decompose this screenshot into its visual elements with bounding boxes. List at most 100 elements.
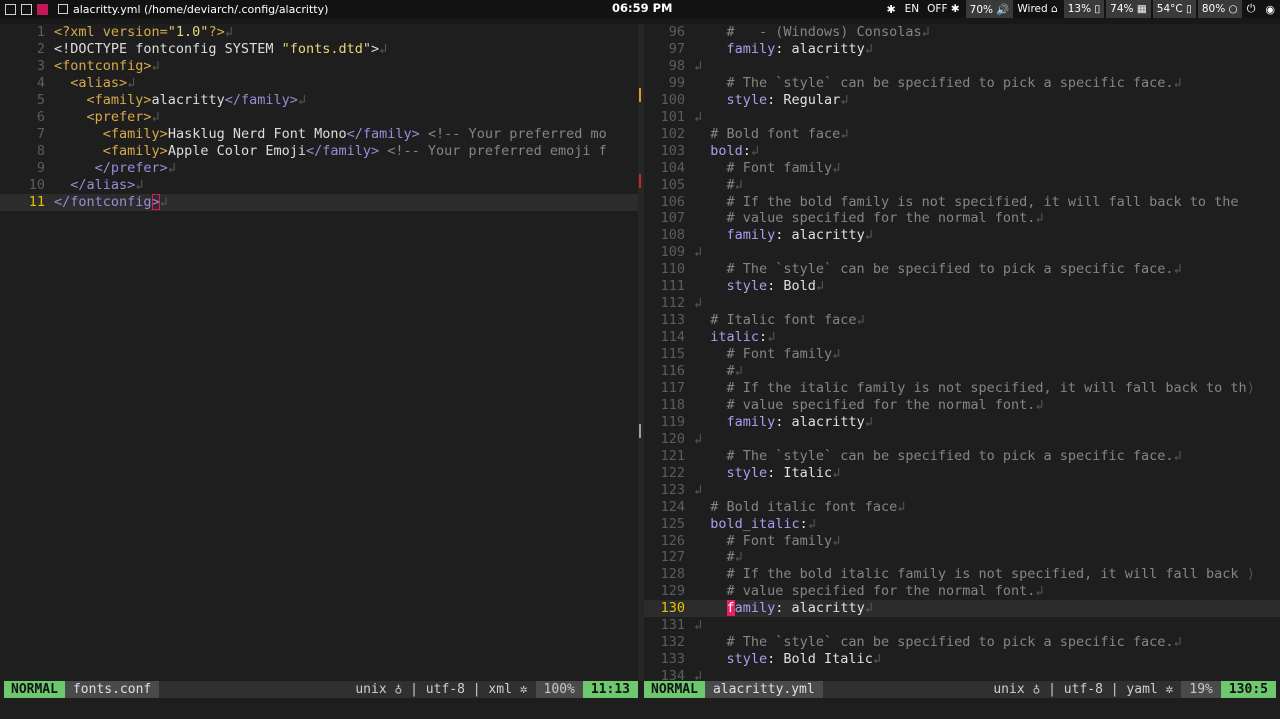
editor-pane-left[interactable]: 1 <?xml version="1.0"?>↲ 2 <!DOCTYPE fontco…	[0, 24, 638, 681]
code-line[interactable]: 122 style: Italic↲	[644, 465, 1280, 482]
line-text: ↲	[694, 617, 703, 634]
line-number: 109	[660, 244, 685, 261]
code-line[interactable]: 128 # If the bold italic family is not s…	[644, 566, 1280, 583]
file-name: alacritty.yml	[704, 681, 823, 698]
line-number: 111	[660, 278, 685, 295]
code-line[interactable]: 114 italic:↲	[644, 329, 1280, 346]
code-line[interactable]: 107 # value specified for the normal fon…	[644, 210, 1280, 227]
tray-volume[interactable]: 70% 🔊	[965, 0, 1014, 18]
tray-temperature[interactable]: 54°C ▯	[1152, 0, 1196, 18]
code-line[interactable]: 100 style: Regular↲	[644, 92, 1280, 109]
code-line[interactable]: 115 # Font family↲	[644, 346, 1280, 363]
line-text: </alias>↲	[70, 176, 144, 193]
code-line[interactable]: 3 <fontconfig>↲	[0, 58, 638, 75]
code-line[interactable]: 97 family: alacritty↲	[644, 41, 1280, 58]
code-line[interactable]: 118 # value specified for the normal fon…	[644, 397, 1280, 414]
line-number: 124	[660, 498, 685, 515]
mode-indicator: NORMAL	[4, 681, 65, 698]
code-line[interactable]: 129 # value specified for the normal fon…	[644, 583, 1280, 600]
tray-keyboard-layout[interactable]: EN	[901, 0, 924, 18]
code-line[interactable]: 96 # - (Windows) Consolas↲	[644, 24, 1280, 41]
code-line[interactable]: 130 family: alacritty↲	[644, 600, 1280, 618]
code-line[interactable]: 10 </alias>↲	[0, 177, 638, 194]
statusline-right: NORMAL alacritty.yml unix ♁ | utf-8 | ya…	[644, 681, 1276, 698]
code-line[interactable]: 134 ↲	[644, 668, 1280, 681]
code-line[interactable]: 8 <family>Apple Color Emoji</family> <!-…	[0, 143, 638, 160]
code-line[interactable]: 103 bold:↲	[644, 143, 1280, 160]
code-line[interactable]: 132 # The `style` can be specified to pi…	[644, 634, 1280, 651]
line-text: # If the bold family is not specified, i…	[726, 193, 1239, 210]
line-number: 107	[660, 210, 685, 227]
tray-network-wireless[interactable]: ✱	[881, 0, 900, 18]
code-line[interactable]: 9 </prefer>↲	[0, 160, 638, 177]
line-text: ↲	[694, 430, 703, 447]
code-line[interactable]: 1 <?xml version="1.0"?>↲	[0, 24, 638, 41]
code-line[interactable]: 125 bold_italic:↲	[644, 516, 1280, 533]
code-line[interactable]: 99 # The `style` can be specified to pic…	[644, 75, 1280, 92]
tray-memory[interactable]: 74% ▦	[1106, 0, 1151, 18]
tray-battery[interactable]: 13% ▯	[1063, 0, 1105, 18]
code-line[interactable]: 2 <!DOCTYPE fontconfig SYSTEM "fonts.dtd"…	[0, 41, 638, 58]
workspace-3-button[interactable]	[37, 3, 48, 15]
line-number: 7	[36, 125, 45, 142]
code-line[interactable]: 108 family: alacritty↲	[644, 227, 1280, 244]
tray-discord[interactable]: ◉	[1260, 0, 1280, 18]
code-line[interactable]: 120 ↲	[644, 431, 1280, 448]
code-line[interactable]: 131 ↲	[644, 617, 1280, 634]
code-line[interactable]: 113 # Italic font face↲	[644, 312, 1280, 329]
code-line[interactable]: 127 #↲	[644, 549, 1280, 566]
line-text: <prefer>↲	[86, 108, 160, 125]
code-line[interactable]: 5 <family>alacritty</family>↲	[0, 92, 638, 109]
line-number: 123	[660, 481, 685, 498]
workspace-1-button[interactable]	[5, 3, 16, 15]
clock[interactable]: 06:59 PM	[612, 1, 672, 15]
tray-power[interactable]: ⏻	[1242, 0, 1261, 18]
line-text: ↲	[694, 481, 703, 498]
code-line[interactable]: 106 # If the bold family is not specifie…	[644, 194, 1280, 211]
code-line[interactable]: 109 ↲	[644, 244, 1280, 261]
code-line[interactable]: 7 <family>Hasklug Nerd Font Mono</family…	[0, 126, 638, 143]
editor-pane-right[interactable]: 96 # - (Windows) Consolas↲ 97 family: ala…	[644, 24, 1280, 681]
statusline-left: NORMAL fonts.conf unix ♁ | utf-8 | xml ✲…	[4, 681, 638, 698]
line-number: 119	[660, 413, 685, 430]
file-name: fonts.conf	[64, 681, 160, 698]
code-line[interactable]: 133 style: Bold Italic↲	[644, 651, 1280, 668]
line-text: style: Bold Italic↲	[726, 651, 881, 668]
code-line[interactable]: 104 # Font family↲	[644, 160, 1280, 177]
code-line[interactable]: 116 #↲	[644, 363, 1280, 380]
code-line[interactable]: 110 # The `style` can be specified to pi…	[644, 261, 1280, 278]
tray-bluetooth[interactable]: OFF ✱	[923, 0, 963, 18]
line-text: # value specified for the normal font.↲	[726, 396, 1044, 413]
code-line[interactable]: 119 family: alacritty↲	[644, 414, 1280, 431]
code-line[interactable]: 111 style: Bold↲	[644, 278, 1280, 295]
line-text: ↲	[694, 295, 703, 312]
code-line[interactable]: 105 #↲	[644, 177, 1280, 194]
line-text: family: alacritty↲	[726, 413, 873, 430]
line-number: 133	[660, 651, 685, 668]
line-text: ↲	[694, 668, 703, 681]
code-line[interactable]: 126 # Font family↲	[644, 533, 1280, 550]
line-number: 99	[668, 74, 685, 91]
command-line[interactable]	[0, 698, 1280, 719]
workspace-2-button[interactable]	[21, 3, 32, 15]
code-line[interactable]: 121 # The `style` can be specified to pi…	[644, 448, 1280, 465]
code-line[interactable]: 98 ↲	[644, 58, 1280, 75]
line-text: </fontconfig>↲	[54, 193, 168, 210]
code-line[interactable]: 117 # If the italic family is not specif…	[644, 380, 1280, 397]
code-line[interactable]: 101 ↲	[644, 109, 1280, 126]
scroll-percent: 100%	[535, 681, 583, 698]
tray-network[interactable]: Wired ⌂	[1013, 0, 1061, 18]
code-line[interactable]: 123 ↲	[644, 482, 1280, 499]
code-line[interactable]: 102 # Bold font face↲	[644, 126, 1280, 143]
line-number: 6	[36, 108, 45, 125]
line-number: 121	[660, 447, 685, 464]
line-number: 117	[660, 379, 685, 396]
tray-cpu[interactable]: 80% ○	[1197, 0, 1242, 18]
line-number: 129	[660, 583, 685, 600]
line-text: italic:↲	[710, 329, 776, 346]
code-line[interactable]: 124 # Bold italic font face↲	[644, 499, 1280, 516]
code-line[interactable]: 6 <prefer>↲	[0, 109, 638, 126]
code-line[interactable]: 4 <alias>↲	[0, 75, 638, 92]
code-line[interactable]: 112 ↲	[644, 295, 1280, 312]
code-line[interactable]: 11 </fontconfig>↲	[0, 193, 638, 211]
